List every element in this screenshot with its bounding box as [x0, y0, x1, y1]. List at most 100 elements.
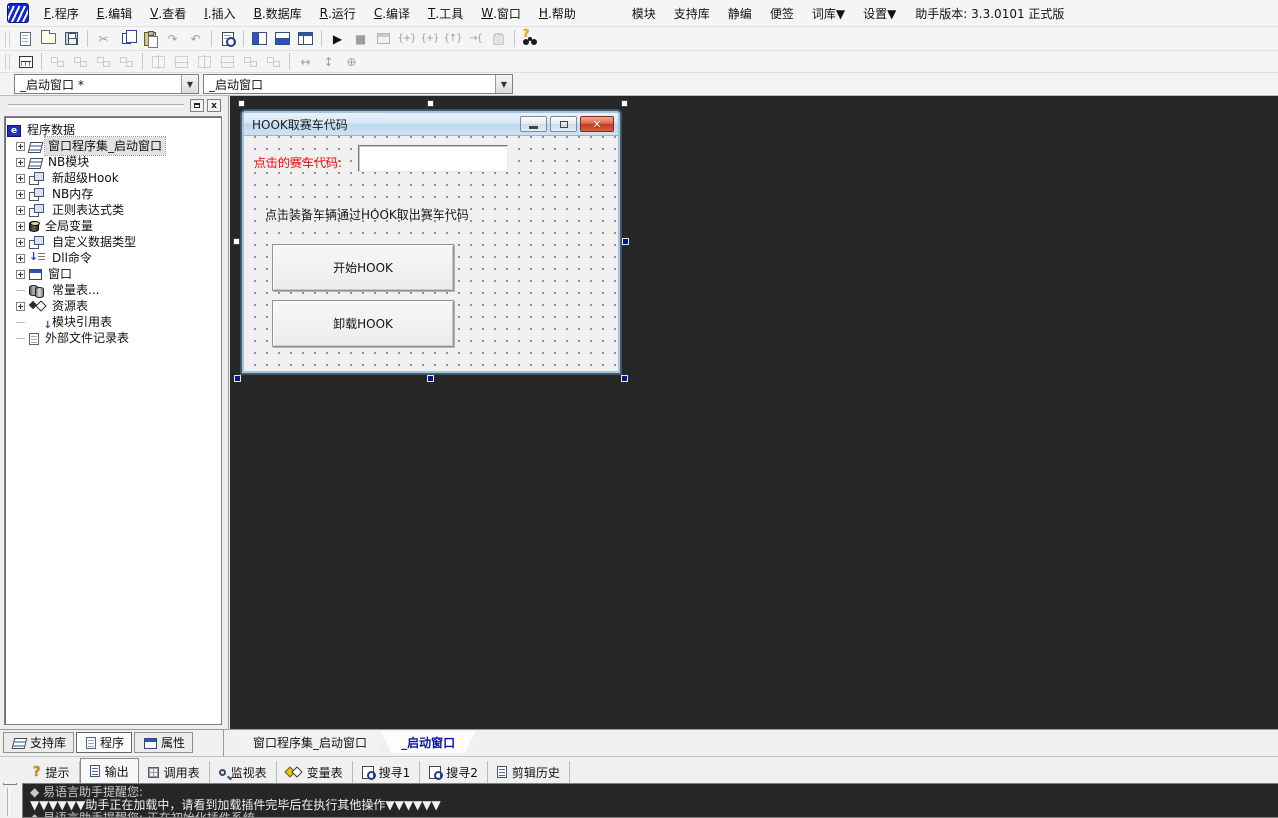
debug-pane-button[interactable] — [372, 28, 395, 49]
tree-item[interactable]: 正则表达式类 — [5, 202, 221, 218]
form-title-bar[interactable]: HOOK取赛车代码 ✕ — [244, 113, 618, 136]
step-over-button[interactable]: {+} — [418, 28, 441, 49]
selection-handle-bottom-right[interactable] — [621, 375, 628, 382]
tree-item[interactable]: 窗口 — [5, 266, 221, 282]
align-left-button[interactable] — [46, 51, 69, 72]
tree-item[interactable]: 外部文件记录表 — [5, 330, 221, 346]
save-file-button[interactable] — [60, 28, 83, 49]
find-in-files-button[interactable] — [216, 28, 239, 49]
panel-tab-属性[interactable]: 属性 — [134, 732, 193, 753]
selection-handle-top-left[interactable] — [238, 100, 245, 107]
tree-item[interactable]: 资源表 — [5, 298, 221, 314]
step-into-button[interactable]: {+} — [395, 28, 418, 49]
form-grid-button[interactable] — [14, 51, 37, 72]
same-size-button[interactable]: ⊕ — [340, 51, 363, 72]
toolbar-grip[interactable] — [5, 31, 10, 47]
tree-item[interactable]: Dll命令 — [5, 250, 221, 266]
form-client-area[interactable]: 点击的赛车代码: 点击装备车辆通过HOOK取出赛车代码 开始HOOK 卸载HOO… — [244, 136, 618, 371]
tree-item[interactable]: 常量表... — [5, 282, 221, 298]
tree-item[interactable]: 窗口程序集_启动窗口 — [5, 138, 221, 154]
find-command-button[interactable] — [519, 28, 542, 49]
tree-item[interactable]: 新超级Hook — [5, 170, 221, 186]
plugin-menu-item[interactable]: 词库▼ — [803, 1, 854, 26]
align-top-button[interactable] — [92, 51, 115, 72]
menu-item-w[interactable]: W.窗口 — [472, 1, 530, 26]
plugin-menu-item[interactable]: 设置▼ — [854, 1, 905, 26]
menu-item-e[interactable]: E.编辑 — [88, 1, 141, 26]
space-vertical-button[interactable] — [262, 51, 285, 72]
panel-close-button[interactable]: x — [207, 99, 221, 112]
expand-plus-icon[interactable] — [16, 302, 25, 311]
chevron-down-icon[interactable]: ▼ — [495, 75, 512, 93]
undo-button[interactable]: ↶ — [184, 28, 207, 49]
plugin-menu-item[interactable]: 静编 — [719, 1, 761, 26]
panel-drag-handle[interactable] — [8, 104, 184, 107]
output-drag-handle[interactable] — [7, 788, 10, 816]
expand-plus-icon[interactable] — [16, 174, 25, 183]
start-hook-button[interactable]: 开始HOOK — [272, 244, 454, 291]
form-designer-window[interactable]: HOOK取赛车代码 ✕ 点击的赛车代码: 点击装备车辆通过HOOK取出赛车代码 … — [242, 111, 620, 373]
plugin-menu-item[interactable]: 支持库 — [665, 1, 719, 26]
expand-plus-icon[interactable] — [16, 206, 25, 215]
menu-item-i[interactable]: I.插入 — [195, 1, 244, 26]
menu-item-c[interactable]: C.编译 — [365, 1, 419, 26]
align-right-button[interactable] — [69, 51, 92, 72]
output-tab-提示[interactable]: ?提示 — [24, 761, 80, 783]
window-layout-3-button[interactable] — [294, 28, 317, 49]
selection-handle-mid-left[interactable] — [233, 238, 240, 245]
panel-tab-支持库[interactable]: 支持库 — [3, 732, 74, 753]
pause-button[interactable] — [487, 28, 510, 49]
expand-plus-icon[interactable] — [16, 158, 25, 167]
member-selector-combo[interactable]: _启动窗口 ▼ — [203, 74, 513, 94]
output-tab-变量表[interactable]: 变量表 — [277, 761, 353, 783]
form-close-button[interactable]: ✕ — [580, 116, 614, 132]
menu-item-b[interactable]: B.数据库 — [245, 1, 311, 26]
redo-button[interactable]: ↷ — [161, 28, 184, 49]
new-file-button[interactable] — [14, 28, 37, 49]
document-tab[interactable]: _启动窗口 — [381, 731, 475, 753]
output-tab-输出[interactable]: 输出 — [80, 758, 139, 783]
selection-handle-top-right[interactable] — [621, 100, 628, 107]
center-vertical-button[interactable] — [170, 51, 193, 72]
tree-item-label[interactable]: 外部文件记录表 — [42, 329, 132, 347]
output-tab-剪辑历史[interactable]: 剪辑历史 — [488, 761, 570, 783]
align-bottom-button[interactable] — [115, 51, 138, 72]
tree-item[interactable]: NB模块 — [5, 154, 221, 170]
race-code-label[interactable]: 点击的赛车代码: — [254, 154, 342, 171]
stop-button[interactable]: ■ — [349, 28, 372, 49]
plugin-menu-item[interactable]: 便签 — [761, 1, 803, 26]
output-tab-搜寻2[interactable]: 搜寻2 — [420, 761, 488, 783]
selection-handle-mid-right[interactable] — [622, 238, 629, 245]
output-log[interactable]: ◆ 易语言助手提醒您:▼▼▼▼▼▼助手正在加载中，请看到加载插件完毕后在执行其他… — [22, 783, 1278, 818]
run-to-cursor-button[interactable]: →{ — [464, 28, 487, 49]
race-code-input[interactable] — [358, 145, 508, 172]
cut-button[interactable]: ✂ — [92, 28, 115, 49]
copy-button[interactable] — [115, 28, 138, 49]
form-minimize-button[interactable] — [520, 116, 547, 132]
expand-plus-icon[interactable] — [16, 142, 25, 151]
expand-plus-icon[interactable] — [16, 222, 25, 231]
expand-plus-icon[interactable] — [16, 238, 25, 247]
space-horizontal-button[interactable] — [239, 51, 262, 72]
selection-handle-bottom-left[interactable] — [234, 375, 241, 382]
tree-item[interactable]: NB内存 — [5, 186, 221, 202]
tree-root-item[interactable]: e程序数据 — [5, 122, 221, 138]
tree-item[interactable]: 全局变量 — [5, 218, 221, 234]
expand-plus-icon[interactable] — [16, 254, 25, 263]
output-tab-监视表[interactable]: 监视表 — [210, 761, 277, 783]
menu-item-v[interactable]: V.查看 — [141, 1, 195, 26]
same-height-button[interactable]: ↕ — [317, 51, 340, 72]
unload-hook-button[interactable]: 卸载HOOK — [272, 300, 454, 347]
tree-item[interactable]: 模块引用表 — [5, 314, 221, 330]
toolbar-grip-2[interactable] — [5, 54, 10, 70]
align-middle-vertical-button[interactable] — [216, 51, 239, 72]
menu-item-t[interactable]: T.工具 — [419, 1, 472, 26]
window-layout-1-button[interactable] — [248, 28, 271, 49]
expand-plus-icon[interactable] — [16, 190, 25, 199]
chevron-down-icon[interactable]: ▼ — [181, 75, 198, 93]
output-tab-调用表[interactable]: 调用表 — [139, 761, 210, 783]
plugin-menu-item[interactable]: 模块 — [623, 1, 665, 26]
menu-item-r[interactable]: R.运行 — [311, 1, 365, 26]
info-label[interactable]: 点击装备车辆通过HOOK取出赛车代码 — [265, 206, 469, 223]
panel-maximize-button[interactable] — [190, 99, 204, 112]
